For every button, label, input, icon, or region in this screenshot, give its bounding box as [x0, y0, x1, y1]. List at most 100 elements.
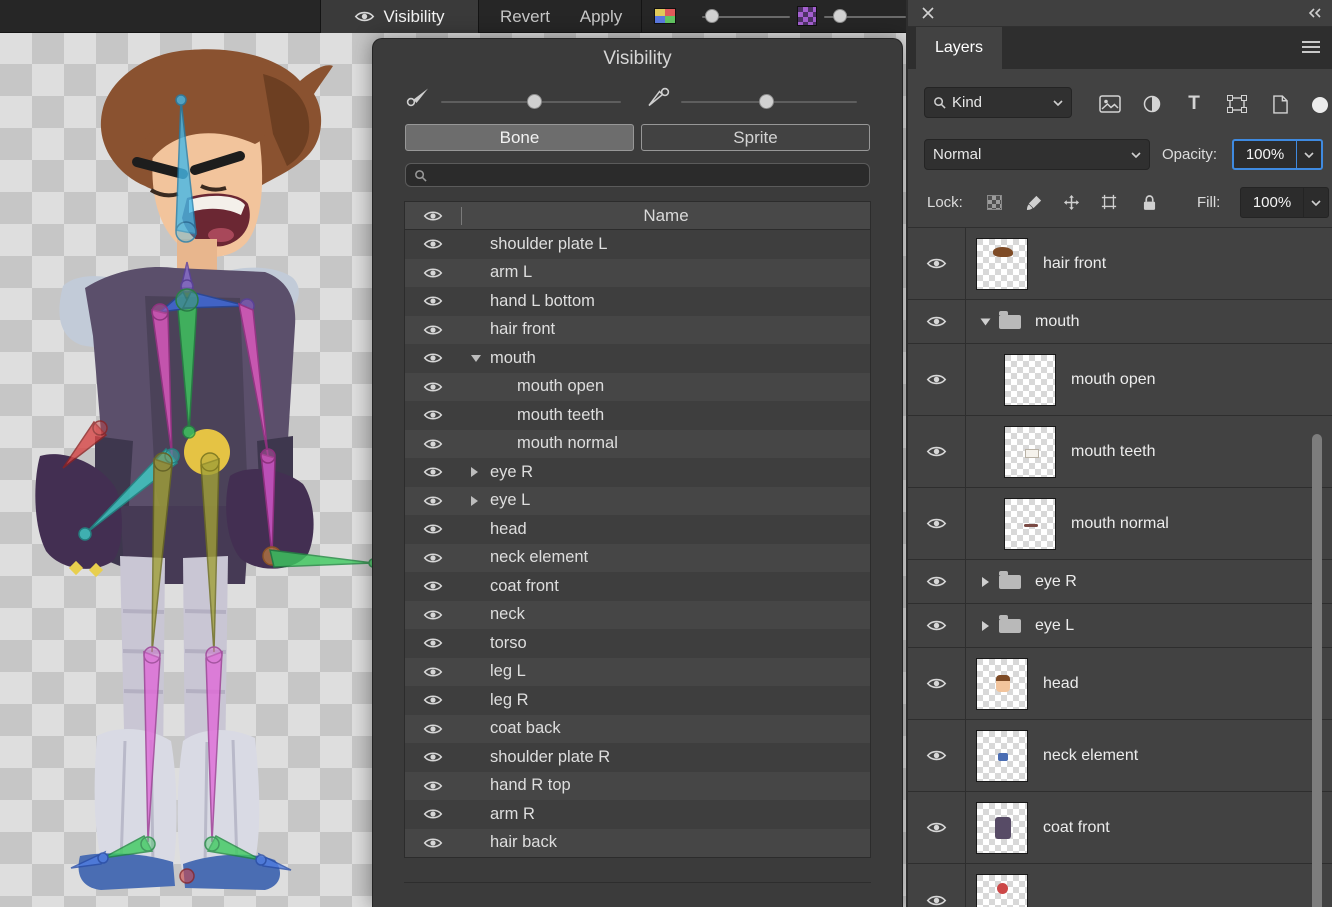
expander-icon[interactable]	[471, 323, 490, 337]
expander-icon[interactable]	[471, 693, 490, 707]
bone-visibility-row[interactable]: shoulder plate L	[405, 230, 870, 259]
bone-visibility-row[interactable]: coat back	[405, 715, 870, 744]
bone-eye-toggle[interactable]	[405, 437, 461, 451]
bone-visibility-row[interactable]: leg R	[405, 686, 870, 715]
layer-name-label[interactable]: eye R	[1035, 573, 1077, 591]
layer-visibility-toggle[interactable]	[908, 792, 966, 863]
bone-opacity-knob[interactable]	[527, 94, 542, 109]
fill-field[interactable]: 100%	[1240, 187, 1329, 218]
sprite-opacity-knob[interactable]	[759, 94, 774, 109]
expander-icon[interactable]	[471, 237, 490, 251]
layer-thumbnail[interactable]	[976, 658, 1028, 710]
bone-visibility-row[interactable]: hand R top	[405, 772, 870, 801]
layer-visibility-toggle[interactable]	[908, 560, 966, 603]
layer-thumbnail[interactable]	[1004, 354, 1056, 406]
kind-filter-dropdown[interactable]: Kind	[924, 87, 1072, 118]
layer-name-label[interactable]: mouth open	[1071, 371, 1156, 389]
bone-visibility-row[interactable]: hair back	[405, 829, 870, 858]
layer-row[interactable]: mouth open	[908, 344, 1332, 416]
layer-name-label[interactable]: mouth normal	[1071, 515, 1169, 533]
layer-row[interactable]: mouth teeth	[908, 416, 1332, 488]
layer-visibility-toggle[interactable]	[908, 344, 966, 415]
bone-eye-toggle[interactable]	[405, 779, 461, 793]
layer-visibility-toggle[interactable]	[908, 300, 966, 343]
bone-eye-toggle[interactable]	[405, 237, 461, 251]
bone-eye-toggle[interactable]	[405, 579, 461, 593]
lock-artboard-button[interactable]	[1098, 191, 1120, 213]
bone-visibility-row[interactable]: mouth open	[405, 373, 870, 402]
layer-thumbnail[interactable]	[976, 802, 1028, 854]
layer-name-label[interactable]: mouth teeth	[1071, 443, 1156, 461]
expander-icon[interactable]	[471, 294, 490, 308]
layer-name-label[interactable]: hair front	[1043, 255, 1106, 273]
apply-button[interactable]: Apply	[570, 0, 632, 33]
bone-visibility-row[interactable]: neck element	[405, 544, 870, 573]
layer-visibility-toggle[interactable]	[908, 604, 966, 647]
layer-row[interactable]: hair front	[908, 228, 1332, 300]
layer-thumbnail[interactable]	[976, 874, 1028, 907]
layer-row[interactable]: eye L	[908, 604, 1332, 648]
expander-icon[interactable]	[471, 750, 490, 764]
layer-name-label[interactable]: neck element	[1043, 747, 1138, 765]
expander-icon[interactable]	[471, 465, 490, 479]
layer-visibility-toggle[interactable]	[908, 864, 966, 907]
layer-row[interactable]	[908, 864, 1332, 907]
layer-visibility-toggle[interactable]	[908, 648, 966, 719]
filter-adjustment-layers-icon[interactable]	[1139, 91, 1165, 117]
layers-scrollbar-thumb[interactable]	[1312, 434, 1322, 907]
expander-icon[interactable]	[471, 522, 490, 536]
expander-icon[interactable]	[471, 807, 490, 821]
bone-eye-toggle[interactable]	[405, 323, 461, 337]
filter-smart-objects-icon[interactable]	[1267, 91, 1293, 117]
bone-eye-toggle[interactable]	[405, 494, 461, 508]
bone-eye-toggle[interactable]	[405, 551, 461, 565]
filter-type-layers-icon[interactable]: T	[1181, 91, 1207, 117]
bone-visibility-row[interactable]: coat front	[405, 572, 870, 601]
layer-thumbnail[interactable]	[1004, 498, 1056, 550]
expander-icon[interactable]	[471, 351, 490, 365]
opacity-dropdown-button[interactable]	[1296, 141, 1321, 168]
bone-visibility-row[interactable]: hair front	[405, 316, 870, 345]
bone-eye-toggle[interactable]	[405, 408, 461, 422]
bone-visibility-row[interactable]: torso	[405, 629, 870, 658]
tab-layers[interactable]: Layers	[916, 27, 1002, 69]
lock-all-button[interactable]	[1138, 191, 1160, 213]
bone-eye-toggle[interactable]	[405, 380, 461, 394]
revert-button[interactable]: Revert	[487, 0, 563, 33]
layer-visibility-toggle[interactable]	[908, 720, 966, 791]
bone-eye-toggle[interactable]	[405, 807, 461, 821]
layer-visibility-toggle[interactable]	[908, 416, 966, 487]
fill-value[interactable]: 100%	[1241, 188, 1303, 217]
fill-dropdown-button[interactable]	[1303, 188, 1328, 217]
bone-search-box[interactable]	[405, 163, 870, 187]
bone-visibility-row[interactable]: neck	[405, 601, 870, 630]
layer-row[interactable]: mouth normal	[908, 488, 1332, 560]
expander-icon[interactable]	[471, 551, 490, 565]
bone-eye-toggle[interactable]	[405, 665, 461, 679]
layer-row[interactable]: head	[908, 648, 1332, 720]
layer-name-label[interactable]: head	[1043, 675, 1079, 693]
layer-row[interactable]: eye R	[908, 560, 1332, 604]
opacity-field[interactable]: 100%	[1232, 139, 1323, 170]
bone-eye-toggle[interactable]	[405, 608, 461, 622]
alpha-slider-knob[interactable]	[833, 9, 847, 23]
lock-pixels-button[interactable]	[1023, 191, 1045, 213]
tab-bone[interactable]: Bone	[405, 124, 634, 151]
expander-icon[interactable]	[498, 380, 517, 394]
layer-name-label[interactable]: coat front	[1043, 819, 1110, 837]
bone-visibility-row[interactable]: hand L bottom	[405, 287, 870, 316]
expander-icon[interactable]	[471, 836, 490, 850]
bone-eye-toggle[interactable]	[405, 750, 461, 764]
layer-name-label[interactable]: mouth	[1035, 313, 1079, 331]
color-palette-icon[interactable]	[654, 8, 676, 24]
group-expander-icon[interactable]	[981, 318, 991, 325]
bone-visibility-row[interactable]: leg L	[405, 658, 870, 687]
collapse-panel-icon[interactable]	[1308, 8, 1322, 18]
filter-pixel-layers-icon[interactable]	[1097, 91, 1123, 117]
bone-search-input[interactable]	[433, 164, 869, 186]
bone-visibility-row[interactable]: eye R	[405, 458, 870, 487]
bone-eye-toggle[interactable]	[405, 722, 461, 736]
lock-position-button[interactable]	[1060, 191, 1082, 213]
filter-shape-layers-icon[interactable]	[1224, 91, 1250, 117]
expander-icon[interactable]	[471, 608, 490, 622]
